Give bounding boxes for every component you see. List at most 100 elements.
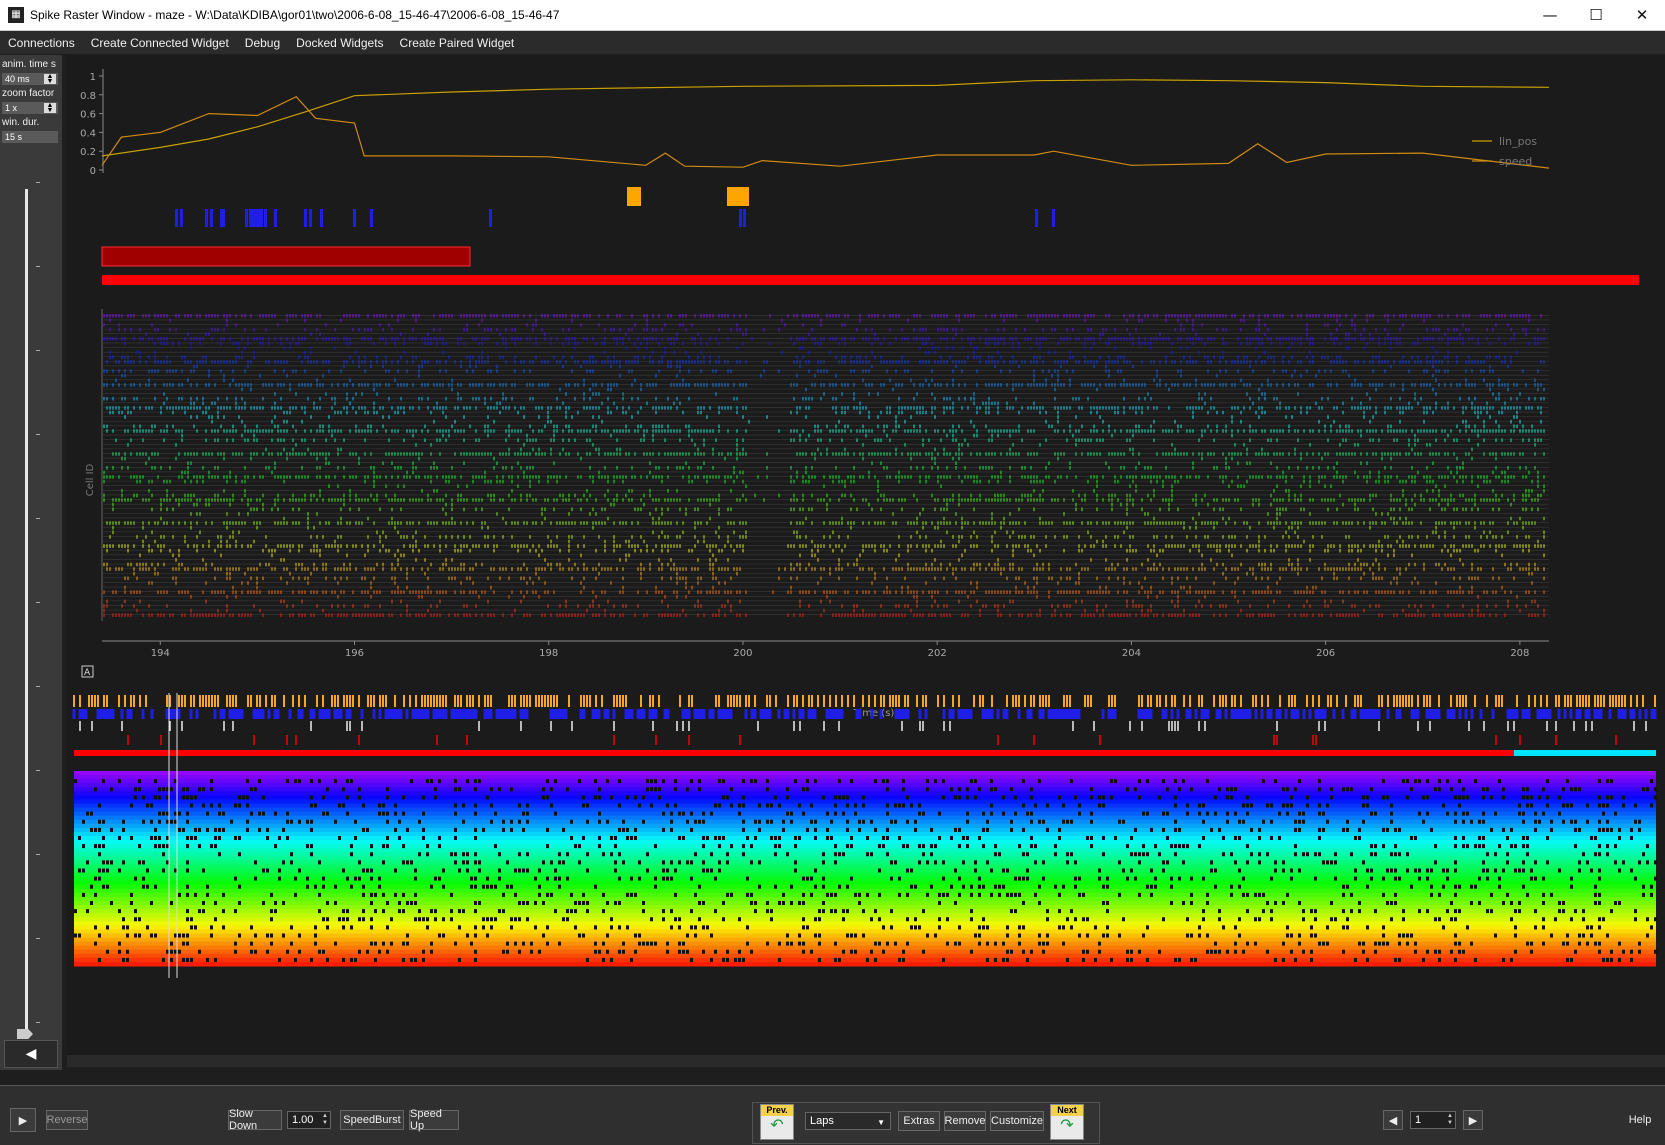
spin-arrows-icon[interactable]: ▲ ▼: [44, 73, 56, 85]
line-series: [101, 79, 1550, 169]
heatmap-band: [74, 848, 1656, 853]
lap-tick: [222, 209, 225, 227]
raster-row: [103, 396, 1545, 401]
window-title: Spike Raster Window - maze - W:\Data\KDI…: [30, 8, 560, 22]
raster-row: [106, 567, 1545, 571]
spike-marks: [103, 314, 1542, 318]
play-icon[interactable]: ▶: [10, 1108, 36, 1132]
customize-button[interactable]: Customize: [990, 1111, 1044, 1131]
spike-marks: [241, 387, 1545, 392]
spike-marks: [265, 447, 1473, 452]
x-tick-label: 200: [733, 648, 752, 659]
epoch-type-select[interactable]: Laps ▼: [805, 1112, 891, 1130]
overview-heatmap[interactable]: [72, 693, 1657, 978]
lap-tick: [489, 209, 492, 227]
timeline-slider-handle[interactable]: [17, 1029, 33, 1039]
menu-bar: Connections Create Connected Widget Debu…: [0, 31, 1665, 54]
speed-up-button[interactable]: Speed Up: [409, 1108, 459, 1132]
raster-row: [112, 525, 1524, 530]
next-epoch-button[interactable]: Next ↷: [1050, 1104, 1084, 1140]
heatmap-band: [74, 864, 1656, 869]
spin-arrows-icon[interactable]: ▲ ▼: [322, 1113, 328, 1127]
heatmap-band: [74, 860, 1656, 865]
heatmap-band: [74, 807, 1656, 813]
x-axis: 194 196 198 200 202 204 206 208: [102, 640, 1549, 659]
lap-tick: [205, 209, 208, 227]
spike-marks: [103, 498, 1539, 502]
legend-label: lin_pos: [1499, 135, 1537, 148]
raster-row: [103, 383, 1542, 387]
win-dur-field[interactable]: 15 s: [2, 131, 58, 143]
raster-row: [124, 585, 1503, 590]
raster-row: [127, 443, 1536, 447]
spike-marks: [190, 512, 1389, 516]
raster-row: [106, 429, 1545, 433]
lap-tick: [245, 209, 248, 227]
next-arrow-icon: ↷: [1060, 1117, 1074, 1134]
close-button[interactable]: ✕: [1619, 0, 1665, 30]
heatmap-band: [74, 921, 1656, 926]
spike-marks: [160, 516, 1545, 521]
menu-debug[interactable]: Debug: [237, 36, 288, 50]
minimize-button[interactable]: —: [1527, 0, 1573, 30]
spike-marks: [103, 323, 1509, 327]
page-prev-icon[interactable]: ◀: [1383, 1110, 1403, 1130]
epoch-type-value: Laps: [810, 1115, 834, 1127]
win-dur-value: 15 s: [5, 132, 23, 142]
overview-cyan-bar: [1514, 750, 1656, 756]
extras-button[interactable]: Extras: [898, 1111, 940, 1131]
raster-row: [163, 401, 1506, 406]
left-control-panel: anim. time s 40 ms ▲ ▼ zoom factor 1 x ▲ ▼…: [0, 55, 62, 1070]
heatmap-band: [74, 836, 1656, 841]
slow-down-button[interactable]: Slow Down: [228, 1108, 282, 1132]
menu-create-connected-widget[interactable]: Create Connected Widget: [83, 36, 237, 50]
maximize-button[interactable]: ☐: [1573, 0, 1619, 30]
speed-spinbox[interactable]: 1.00 ▲ ▼: [287, 1111, 331, 1129]
legend: lin_posspeed: [1472, 135, 1537, 168]
menu-connections[interactable]: Connections: [0, 36, 83, 50]
spike-marks: [106, 429, 1545, 433]
heatmap-band: [74, 896, 1656, 902]
collapse-left-icon[interactable]: ◀: [4, 1040, 58, 1068]
spike-marks: [106, 599, 1536, 604]
raster-row: [133, 571, 1533, 576]
help-button[interactable]: Help: [1623, 1110, 1657, 1130]
spin-arrows-icon[interactable]: ▲ ▼: [44, 102, 56, 114]
x-tick-label: 208: [1510, 648, 1529, 659]
reverse-button[interactable]: Reverse: [46, 1110, 88, 1130]
win-dur-label: win. dur.: [2, 117, 40, 128]
zoom-factor-spinbox[interactable]: 1 x ▲ ▼: [2, 102, 58, 114]
spike-marks: [103, 424, 1533, 429]
heatmap-band: [74, 856, 1656, 861]
spike-marks: [190, 595, 1518, 599]
spike-marks: [109, 350, 1518, 355]
lap-tick: [1052, 209, 1055, 227]
spike-marks: [106, 548, 1530, 553]
menu-create-paired-widget[interactable]: Create Paired Widget: [392, 36, 523, 50]
heatmap-band: [74, 905, 1656, 910]
overview-toggle-icon[interactable]: A: [81, 665, 94, 678]
heatmap-band: [74, 953, 1656, 959]
y-axis: 1 0.8 0.6 0.4 0.2 0: [80, 69, 104, 177]
spike-marks: [133, 571, 1533, 576]
timeline-slider-track[interactable]: [25, 189, 28, 1029]
raster-row: [160, 516, 1545, 521]
overview-white-ticks: [79, 721, 1647, 731]
page-next-icon[interactable]: ▶: [1463, 1110, 1483, 1130]
slider-tick: [36, 518, 40, 519]
speed-burst-button[interactable]: SpeedBurst: [340, 1110, 404, 1130]
spike-marks: [121, 489, 1545, 493]
spin-arrows-icon[interactable]: ▲ ▼: [1447, 1113, 1453, 1127]
heatmap-band: [74, 791, 1656, 796]
page-spinbox[interactable]: 1 ▲ ▼: [1410, 1111, 1456, 1129]
remove-button[interactable]: Remove: [944, 1111, 986, 1131]
anim-time-spinbox[interactable]: 40 ms ▲ ▼: [2, 73, 58, 85]
raster-plot[interactable]: 1 0.8 0.6 0.4 0.2 0 lin_posspeed 194 196 198 200…: [67, 55, 1665, 1055]
raster-row: [115, 438, 1542, 442]
heatmap-band: [74, 872, 1656, 878]
heatmap-band: [74, 783, 1656, 788]
menu-docked-widgets[interactable]: Docked Widgets: [288, 36, 391, 50]
prev-epoch-button[interactable]: Prev. ↶: [760, 1104, 794, 1140]
x-tick-label: 196: [345, 648, 364, 659]
spike-marks: [106, 521, 1536, 525]
